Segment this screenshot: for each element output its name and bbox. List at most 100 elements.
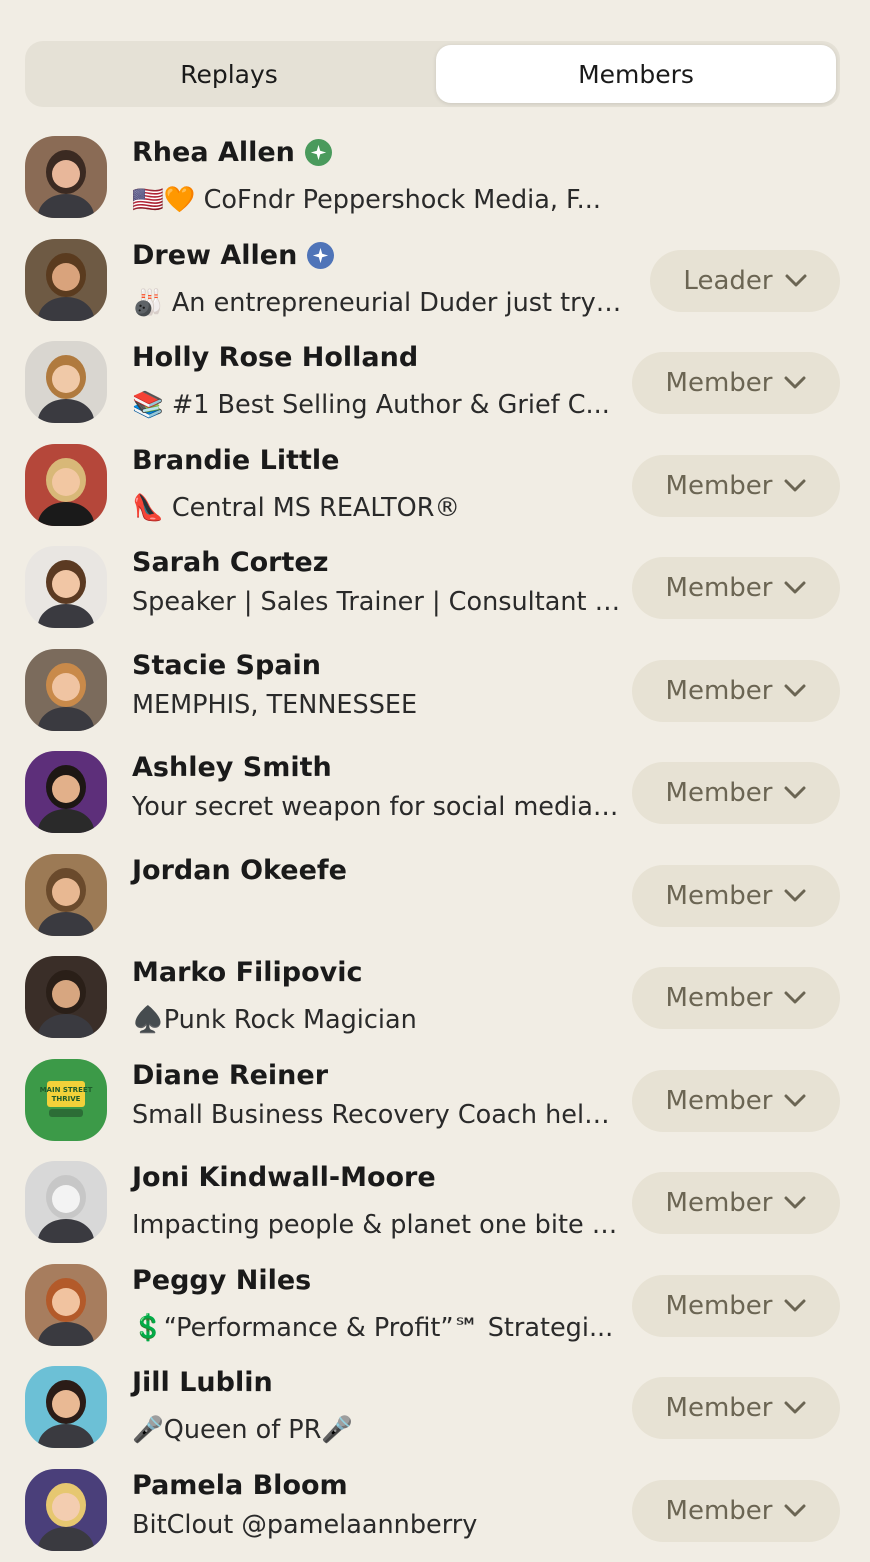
member-name[interactable]: Holly Rose Holland xyxy=(132,342,418,373)
member-row[interactable]: MAIN STREET THRIVE Diane Reiner Small Bu… xyxy=(0,1050,870,1153)
member-row[interactable]: Marko Filipovic ♠️Punk Rock Magician Mem… xyxy=(0,947,870,1050)
member-name-line: Marko Filipovic xyxy=(132,957,363,988)
chevron-down-icon xyxy=(784,1299,806,1313)
role-label: Member xyxy=(666,1086,773,1116)
member-name[interactable]: Drew Allen xyxy=(132,240,297,271)
member-bio: Impacting people & planet one bite a... xyxy=(132,1210,622,1240)
chevron-down-icon xyxy=(784,1401,806,1415)
role-dropdown-button[interactable]: Member xyxy=(632,865,840,927)
member-row[interactable]: Peggy Niles 💲“Performance & Profit”℠ Str… xyxy=(0,1255,870,1358)
role-dropdown-button[interactable]: Leader xyxy=(650,250,840,312)
chevron-down-icon xyxy=(784,581,806,595)
member-bio: MEMPHIS, TENNESSEE xyxy=(132,690,622,720)
member-row[interactable]: Stacie Spain MEMPHIS, TENNESSEE Member xyxy=(0,640,870,743)
member-name[interactable]: Jill Lublin xyxy=(132,1367,273,1398)
role-dropdown-button[interactable]: Member xyxy=(632,557,840,619)
avatar[interactable] xyxy=(25,239,107,321)
member-name-line: Jill Lublin xyxy=(132,1367,273,1398)
member-bio: ♠️Punk Rock Magician xyxy=(132,1005,622,1035)
avatar[interactable]: MAIN STREET THRIVE xyxy=(25,1059,107,1141)
chevron-down-icon xyxy=(784,889,806,903)
avatar[interactable] xyxy=(25,444,107,526)
member-bio: BitClout @pamelaannberry xyxy=(132,1510,622,1540)
avatar[interactable] xyxy=(25,1469,107,1551)
role-dropdown-button[interactable]: Member xyxy=(632,1070,840,1132)
role-dropdown-button[interactable]: Member xyxy=(632,1480,840,1542)
chevron-down-icon xyxy=(784,1196,806,1210)
role-dropdown-button[interactable]: Member xyxy=(632,1172,840,1234)
role-dropdown-button[interactable]: Member xyxy=(632,967,840,1029)
chevron-down-icon xyxy=(784,786,806,800)
member-bio: 📚 #1 Best Selling Author & Grief C... xyxy=(132,390,622,420)
member-row[interactable]: Brandie Little 👠 Central MS REALTOR® Mem… xyxy=(0,435,870,538)
blue-star-badge-icon xyxy=(307,242,334,269)
member-name-line: Brandie Little xyxy=(132,445,339,476)
member-bio: 👠 Central MS REALTOR® xyxy=(132,493,622,523)
avatar[interactable] xyxy=(25,751,107,833)
member-name-line: Ashley Smith xyxy=(132,752,332,783)
role-label: Leader xyxy=(683,266,772,296)
avatar[interactable] xyxy=(25,854,107,936)
member-bio: Your secret weapon for social media,... xyxy=(132,792,622,822)
member-name-line: Holly Rose Holland xyxy=(132,342,418,373)
chevron-down-icon xyxy=(784,376,806,390)
member-bio: 🇺🇸🧡 CoFndr Peppershock Media, F... xyxy=(132,185,622,215)
member-name-line: Sarah Cortez xyxy=(132,547,328,578)
role-label: Member xyxy=(666,368,773,398)
member-name[interactable]: Stacie Spain xyxy=(132,650,321,681)
role-label: Member xyxy=(666,1291,773,1321)
member-row[interactable]: Drew Allen 🎳 An entrepreneurial Duder ju… xyxy=(0,230,870,333)
member-name[interactable]: Rhea Allen xyxy=(132,137,295,168)
member-name-line: Joni Kindwall-Moore xyxy=(132,1162,436,1193)
avatar[interactable] xyxy=(25,1366,107,1448)
role-dropdown-button[interactable]: Member xyxy=(632,352,840,414)
member-name-line: Drew Allen xyxy=(132,240,334,271)
member-row[interactable]: Sarah Cortez Speaker | Sales Trainer | C… xyxy=(0,537,870,640)
member-name[interactable]: Joni Kindwall-Moore xyxy=(132,1162,436,1193)
avatar[interactable] xyxy=(25,1264,107,1346)
member-name[interactable]: Brandie Little xyxy=(132,445,339,476)
member-name-line: Jordan Okeefe xyxy=(132,855,347,886)
member-row[interactable]: Holly Rose Holland 📚 #1 Best Selling Aut… xyxy=(0,332,870,435)
member-row[interactable]: Jordan Okeefe Member xyxy=(0,845,870,948)
role-label: Member xyxy=(666,983,773,1013)
member-row[interactable]: Jill Lublin 🎤Queen of PR🎤 Member xyxy=(0,1357,870,1460)
role-label: Member xyxy=(666,1393,773,1423)
member-name-line: Stacie Spain xyxy=(132,650,321,681)
role-dropdown-button[interactable]: Member xyxy=(632,660,840,722)
role-dropdown-button[interactable]: Member xyxy=(632,455,840,517)
logo-text-2: THRIVE xyxy=(52,1095,81,1103)
member-name[interactable]: Diane Reiner xyxy=(132,1060,328,1091)
chevron-down-icon xyxy=(784,684,806,698)
member-name-line: Peggy Niles xyxy=(132,1265,311,1296)
avatar[interactable] xyxy=(25,956,107,1038)
role-label: Member xyxy=(666,778,773,808)
avatar[interactable] xyxy=(25,649,107,731)
role-label: Member xyxy=(666,1496,773,1526)
member-row[interactable]: Joni Kindwall-Moore Impacting people & p… xyxy=(0,1152,870,1255)
tab-members[interactable]: Members xyxy=(436,45,836,103)
chevron-down-icon xyxy=(784,1094,806,1108)
member-name[interactable]: Peggy Niles xyxy=(132,1265,311,1296)
role-label: Member xyxy=(666,471,773,501)
member-name[interactable]: Sarah Cortez xyxy=(132,547,328,578)
tab-replays[interactable]: Replays xyxy=(29,45,429,103)
member-bio: 💲“Performance & Profit”℠ Strategi... xyxy=(132,1313,622,1343)
member-row[interactable]: Pamela Bloom BitClout @pamelaannberry Me… xyxy=(0,1460,870,1562)
member-name-line: Pamela Bloom xyxy=(132,1470,348,1501)
chevron-down-icon xyxy=(784,1504,806,1518)
avatar[interactable] xyxy=(25,136,107,218)
avatar[interactable] xyxy=(25,341,107,423)
role-dropdown-button[interactable]: Member xyxy=(632,1275,840,1337)
member-name[interactable]: Marko Filipovic xyxy=(132,957,363,988)
role-dropdown-button[interactable]: Member xyxy=(632,762,840,824)
member-name[interactable]: Ashley Smith xyxy=(132,752,332,783)
member-row[interactable]: Ashley Smith Your secret weapon for soci… xyxy=(0,742,870,845)
member-name-line: Diane Reiner xyxy=(132,1060,328,1091)
role-dropdown-button[interactable]: Member xyxy=(632,1377,840,1439)
member-row[interactable]: Rhea Allen 🇺🇸🧡 CoFndr Peppershock Media,… xyxy=(0,127,870,230)
avatar[interactable] xyxy=(25,546,107,628)
member-name[interactable]: Jordan Okeefe xyxy=(132,855,347,886)
avatar[interactable] xyxy=(25,1161,107,1243)
member-name[interactable]: Pamela Bloom xyxy=(132,1470,348,1501)
